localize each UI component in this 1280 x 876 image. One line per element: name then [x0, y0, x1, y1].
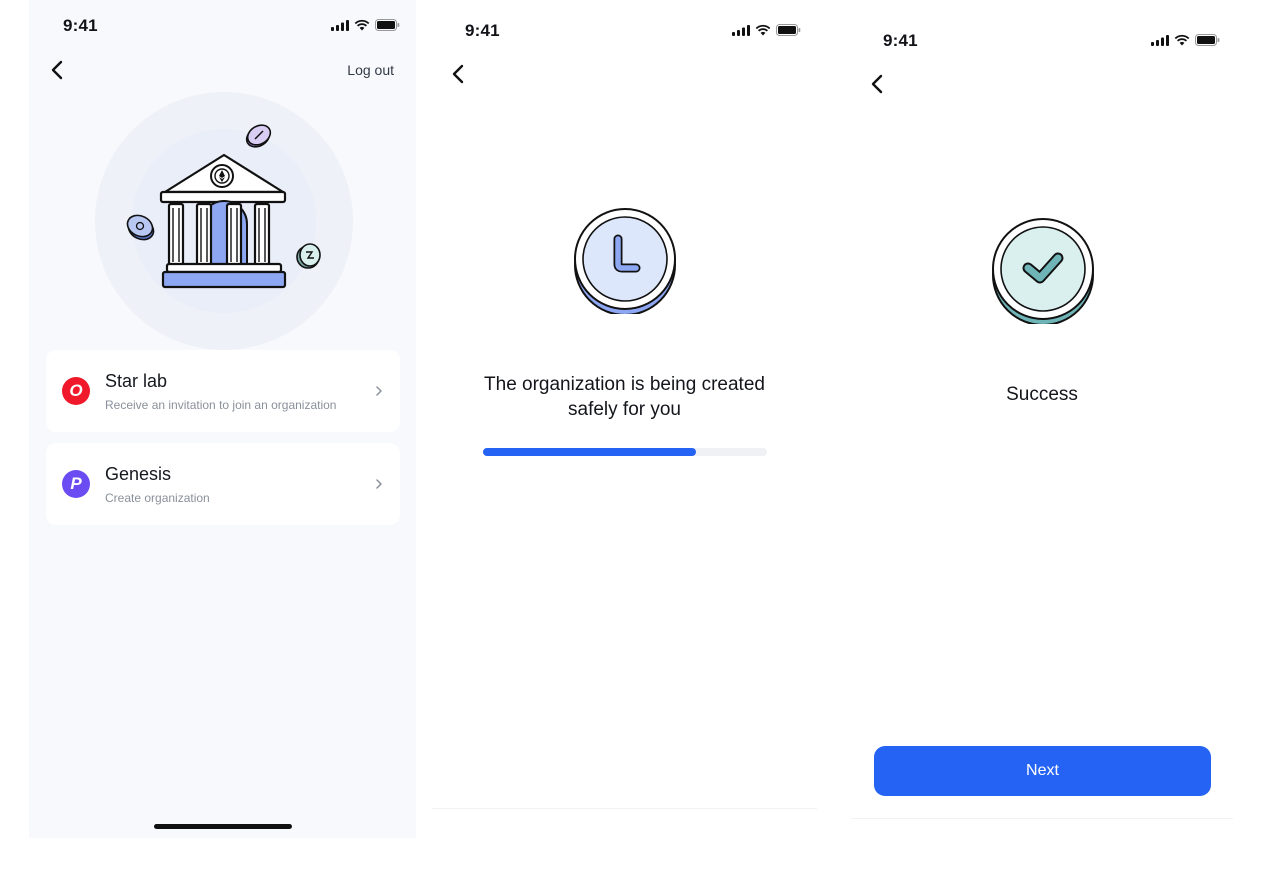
org-avatar: P: [62, 470, 90, 498]
back-arrow-icon[interactable]: [47, 58, 69, 82]
status-time: 9:41: [63, 16, 98, 35]
signal-icon: [1151, 34, 1169, 46]
battery-icon: [1195, 34, 1220, 46]
back-arrow-icon[interactable]: [867, 72, 889, 96]
status-icons: [732, 24, 801, 36]
status-message-line2: safely for you: [568, 399, 681, 420]
success-check-icon: [992, 218, 1094, 324]
success-screen: 9:41 Success Next: [851, 18, 1233, 818]
signal-icon: [732, 24, 750, 36]
org-title: Star lab: [105, 371, 168, 391]
wifi-icon: [1174, 34, 1190, 46]
bank-illustration: [95, 92, 353, 350]
divider: [432, 808, 817, 809]
org-card-star-lab[interactable]: O Star lab Receive an invitation to join…: [46, 350, 400, 432]
wifi-icon: [755, 24, 771, 36]
logout-button[interactable]: Log out: [347, 62, 394, 78]
clock-icon: [574, 208, 676, 314]
wifi-icon: [354, 19, 370, 31]
status-icons: [331, 19, 400, 31]
creating-organization-screen: 9:41 The organization is being created s…: [432, 8, 817, 808]
progress-fill: [483, 448, 696, 456]
status-time: 9:41: [883, 31, 918, 50]
success-message: Success: [1006, 384, 1078, 405]
org-card-genesis[interactable]: P Genesis Create organization: [46, 443, 400, 525]
battery-icon: [776, 24, 801, 36]
home-indicator: [154, 824, 292, 829]
org-avatar: O: [62, 377, 90, 405]
progress-bar: [483, 448, 767, 456]
back-arrow-icon[interactable]: [448, 62, 470, 86]
battery-icon: [375, 19, 400, 31]
chevron-right-icon: [376, 479, 382, 489]
organization-select-screen: 9:41 Log out O Star lab Receive an invit…: [29, 0, 416, 838]
chevron-right-icon: [376, 386, 382, 396]
org-subtitle: Receive an invitation to join an organiz…: [105, 398, 337, 412]
org-subtitle: Create organization: [105, 491, 210, 505]
org-title: Genesis: [105, 464, 172, 484]
status-message-line1: The organization is being created: [484, 374, 765, 395]
signal-icon: [331, 19, 349, 31]
next-button[interactable]: Next: [874, 746, 1211, 796]
status-icons: [1151, 34, 1220, 46]
status-time: 9:41: [465, 21, 500, 40]
divider: [851, 818, 1233, 819]
